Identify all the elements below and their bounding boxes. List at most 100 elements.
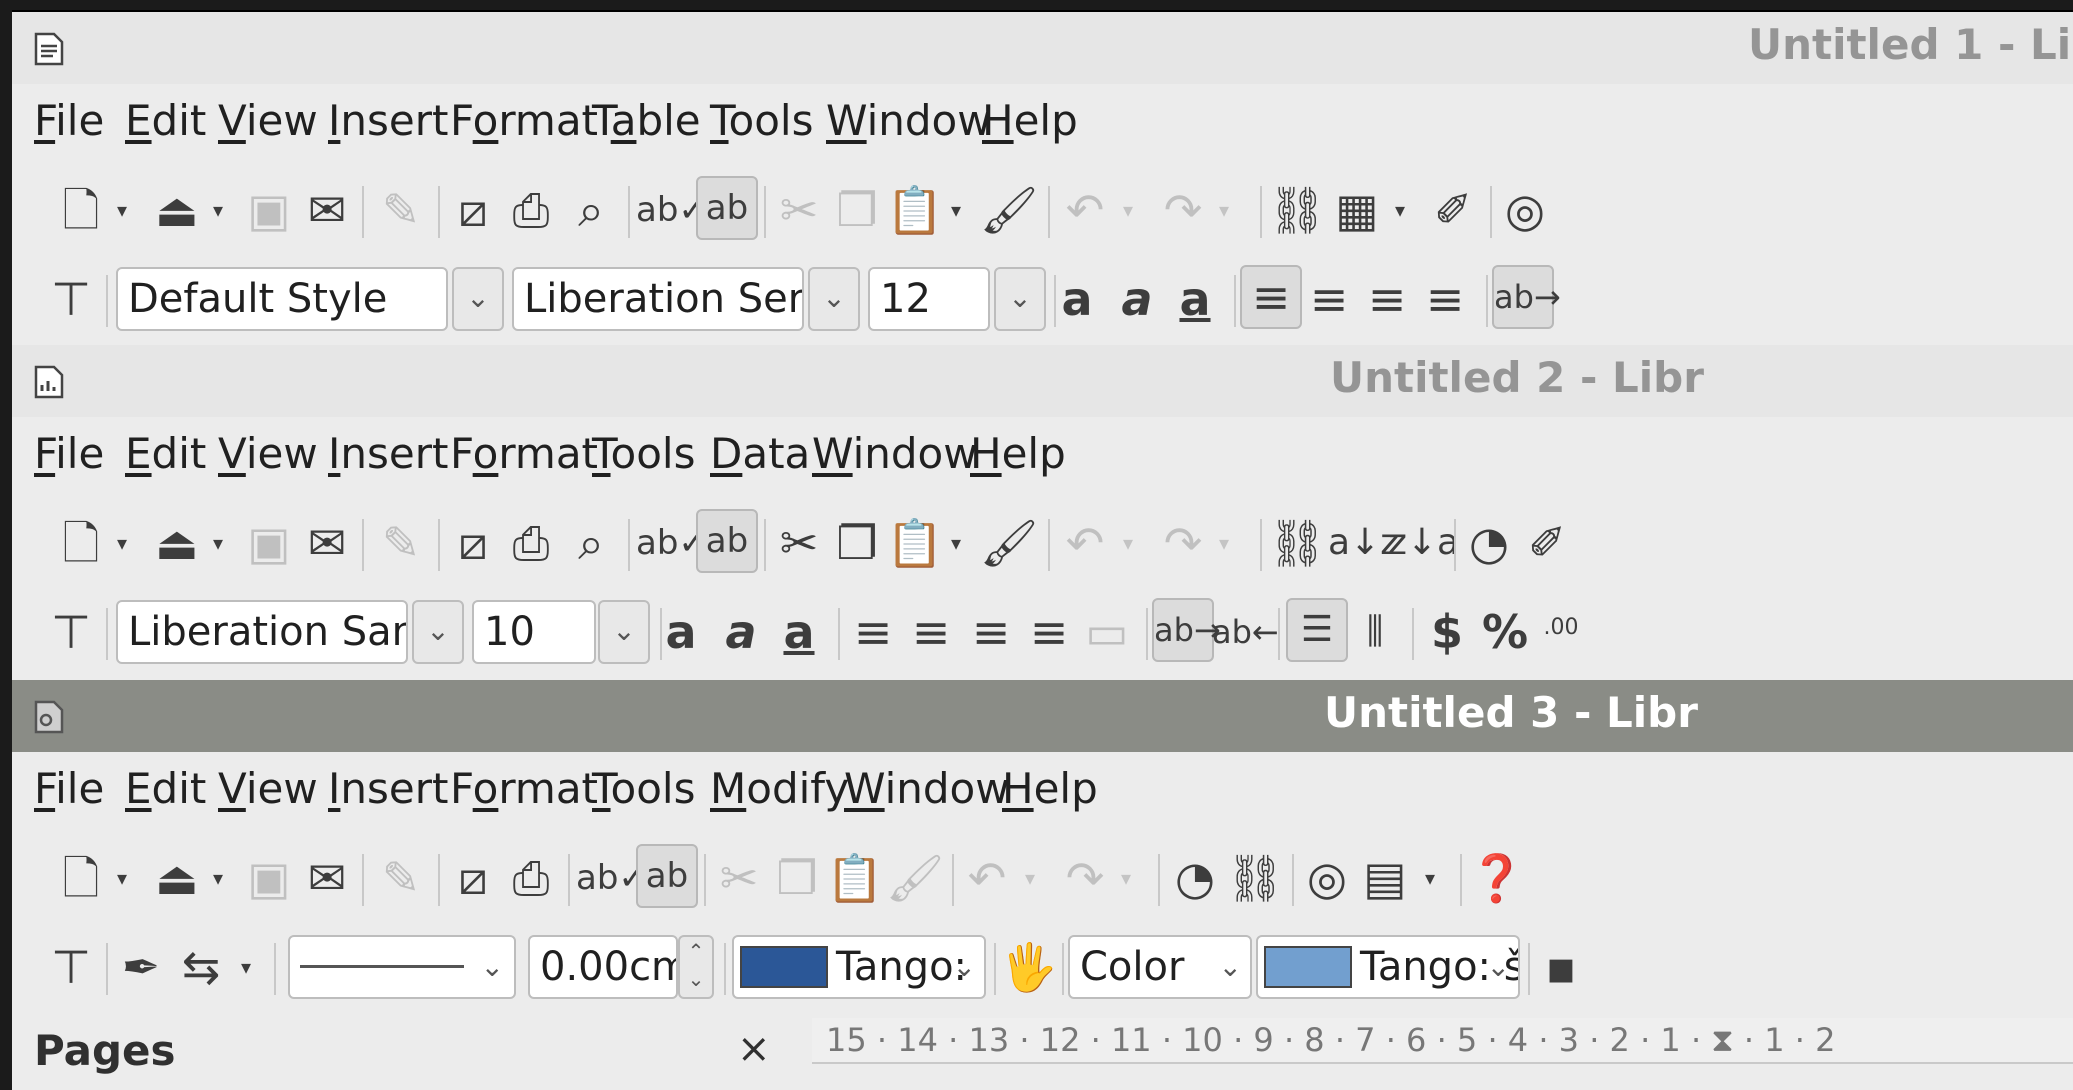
- new-dropdown-arrow-icon[interactable]: ▾: [110, 513, 134, 573]
- menu-modify[interactable]: Modify: [710, 764, 849, 813]
- chevron-down-icon[interactable]: ⌄: [412, 600, 464, 664]
- spelling-icon[interactable]: ab✓: [636, 513, 707, 573]
- email-icon[interactable]: ✉: [298, 513, 356, 573]
- styles-icon[interactable]: ⊤: [42, 269, 100, 329]
- navigator-icon[interactable]: ◎: [1298, 848, 1356, 908]
- merge-cells-icon[interactable]: ▭: [1078, 602, 1136, 662]
- export-pdf-icon[interactable]: ⧄: [444, 180, 502, 240]
- underline-icon[interactable]: a: [1166, 269, 1224, 329]
- new-dropdown-arrow-icon[interactable]: ▾: [110, 180, 134, 240]
- clone-formatting-icon[interactable]: 🖌: [980, 513, 1038, 573]
- menu-view[interactable]: View: [218, 429, 318, 478]
- chevron-down-icon[interactable]: ⌄: [598, 600, 650, 664]
- title-bar[interactable]: Untitled 1 - Libr: [12, 12, 2073, 84]
- email-icon[interactable]: ✉: [298, 180, 356, 240]
- menu-file[interactable]: File: [34, 429, 104, 478]
- horizontal-ruler[interactable]: 15 · 14 · 13 · 12 · 11 · 10 · 9 · 8 · 7 …: [812, 1018, 2073, 1064]
- arrow-style-dropdown-arrow-icon[interactable]: ▾: [234, 937, 258, 997]
- undo-dropdown-arrow-icon[interactable]: ▾: [1018, 848, 1042, 908]
- chevron-down-icon[interactable]: ⌄: [808, 267, 860, 331]
- spelling-icon[interactable]: ab✓: [636, 180, 707, 240]
- left-to-right-icon[interactable]: ab→: [1152, 598, 1221, 662]
- open-folder-icon[interactable]: ⏏: [148, 180, 206, 240]
- menu-tools[interactable]: Tools: [592, 764, 695, 813]
- sort-descending-icon[interactable]: z↓a: [1388, 513, 1459, 573]
- clone-formatting-icon[interactable]: 🖌: [980, 180, 1038, 240]
- menu-tools[interactable]: Tools: [592, 429, 695, 478]
- help-icon[interactable]: ❓: [1468, 848, 1526, 908]
- menu-help[interactable]: Help: [982, 96, 1078, 145]
- open-folder-icon[interactable]: ⏏: [148, 513, 206, 573]
- clone-formatting-icon[interactable]: 🖌: [886, 848, 944, 908]
- auto-spellcheck-icon[interactable]: ab: [696, 509, 758, 573]
- cut-icon[interactable]: ✂: [770, 513, 828, 573]
- hyperlink-icon[interactable]: ⛓: [1268, 513, 1326, 573]
- insert-chart-icon[interactable]: ◔: [1460, 513, 1518, 573]
- styles-icon[interactable]: ⊤: [42, 937, 100, 997]
- page-icon[interactable]: ▤: [1356, 848, 1414, 908]
- spin-updown-icon[interactable]: ⌃ ⌄: [678, 935, 714, 999]
- underline-icon[interactable]: a: [770, 602, 828, 662]
- table-icon[interactable]: ▦: [1328, 180, 1386, 240]
- font-size-combo[interactable]: 10: [472, 600, 596, 664]
- undo-icon[interactable]: ↶: [1056, 180, 1114, 240]
- align-right-icon[interactable]: ≡: [1358, 269, 1416, 329]
- menu-file[interactable]: File: [34, 764, 104, 813]
- menu-help[interactable]: Help: [1002, 764, 1098, 813]
- menu-edit[interactable]: Edit: [125, 764, 206, 813]
- wrap-text-icon[interactable]: ☰: [1286, 598, 1348, 662]
- table-dropdown-arrow-icon[interactable]: ▾: [1388, 180, 1412, 240]
- menu-insert[interactable]: Insert: [328, 764, 448, 813]
- chevron-down-icon[interactable]: ⌄: [452, 267, 504, 331]
- line-style-combo[interactable]: ⌄: [288, 935, 516, 999]
- undo-dropdown-arrow-icon[interactable]: ▾: [1116, 513, 1140, 573]
- undo-icon[interactable]: ↶: [1056, 513, 1114, 573]
- auto-spellcheck-icon[interactable]: ab: [636, 844, 698, 908]
- redo-icon[interactable]: ↷: [1154, 180, 1212, 240]
- menu-insert[interactable]: Insert: [328, 429, 448, 478]
- show-draw-functions-icon[interactable]: ✐: [1424, 180, 1482, 240]
- italic-icon[interactable]: a: [712, 602, 770, 662]
- spelling-icon[interactable]: ab✓: [576, 848, 647, 908]
- new-document-icon[interactable]: 🗋: [52, 848, 110, 908]
- title-bar[interactable]: Untitled 2 - Libr: [12, 345, 2073, 417]
- print-preview-icon[interactable]: ⌕: [562, 513, 620, 573]
- close-icon[interactable]: ×: [737, 1026, 771, 1072]
- open-dropdown-arrow-icon[interactable]: ▾: [206, 513, 230, 573]
- print-icon[interactable]: ⎙: [502, 180, 560, 240]
- menu-table[interactable]: Table: [592, 96, 701, 145]
- menu-tools[interactable]: Tools: [710, 96, 813, 145]
- justify-icon[interactable]: ≡: [1416, 269, 1474, 329]
- line-color-combo[interactable]: Tango: ⌄: [732, 935, 986, 999]
- redo-icon[interactable]: ↷: [1154, 513, 1212, 573]
- align-right-icon[interactable]: ≡: [962, 602, 1020, 662]
- copy-icon[interactable]: ❐: [828, 180, 886, 240]
- font-name-combo[interactable]: Liberation Sans: [116, 600, 408, 664]
- redo-dropdown-arrow-icon[interactable]: ▾: [1212, 513, 1236, 573]
- undo-dropdown-arrow-icon[interactable]: ▾: [1116, 180, 1140, 240]
- print-icon[interactable]: ⎙: [502, 848, 560, 908]
- add-decimal-icon[interactable]: .00: [1532, 598, 1590, 658]
- bold-icon[interactable]: a: [652, 602, 710, 662]
- italic-icon[interactable]: a: [1108, 269, 1166, 329]
- show-draw-functions-icon[interactable]: ✐: [1518, 513, 1576, 573]
- redo-dropdown-arrow-icon[interactable]: ▾: [1212, 180, 1236, 240]
- edit-mode-icon[interactable]: ✎: [372, 513, 430, 573]
- copy-icon[interactable]: ❐: [768, 848, 826, 908]
- align-center-icon[interactable]: ≡: [1300, 269, 1358, 329]
- cut-icon[interactable]: ✂: [710, 848, 768, 908]
- chevron-down-icon[interactable]: ⌄: [994, 267, 1046, 331]
- area-style-combo[interactable]: Color ⌄: [1068, 935, 1252, 999]
- justify-icon[interactable]: ≡: [1020, 602, 1078, 662]
- align-left-icon[interactable]: ≡: [1240, 265, 1302, 329]
- edit-mode-icon[interactable]: ✎: [372, 848, 430, 908]
- save-icon[interactable]: ▣: [240, 848, 298, 908]
- cut-icon[interactable]: ✂: [770, 180, 828, 240]
- menu-format[interactable]: Format: [450, 96, 598, 145]
- copy-icon[interactable]: ❐: [828, 513, 886, 573]
- menu-edit[interactable]: Edit: [125, 429, 206, 478]
- line-width-spinbox[interactable]: 0.00cm: [528, 935, 678, 999]
- align-center-icon[interactable]: ≡: [902, 602, 960, 662]
- menu-data[interactable]: Data: [710, 429, 810, 478]
- menu-help[interactable]: Help: [970, 429, 1066, 478]
